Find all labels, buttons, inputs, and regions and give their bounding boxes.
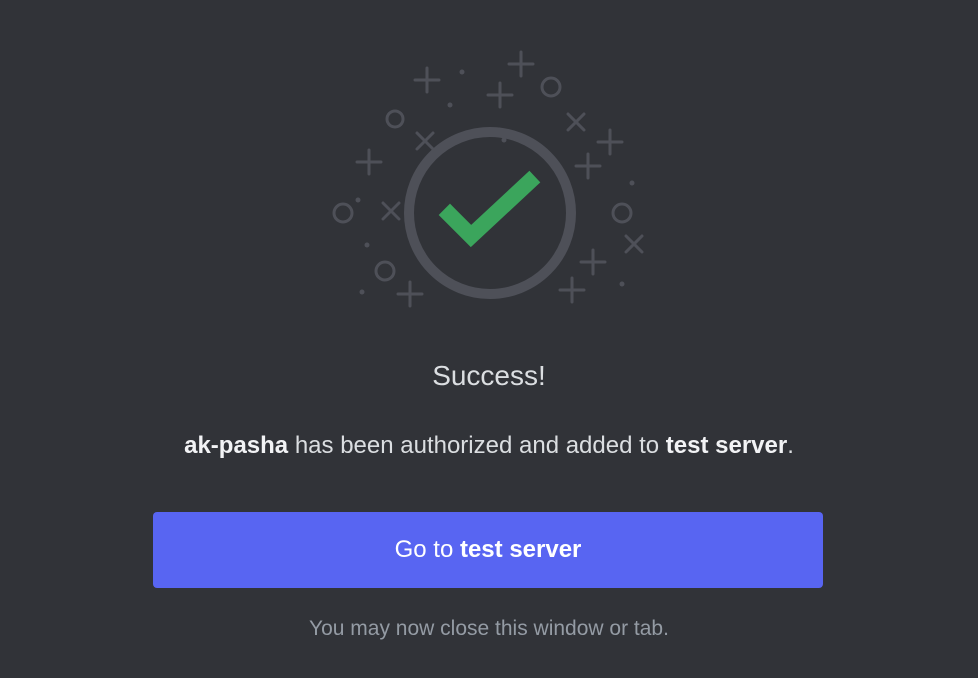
sparkle-x-icon (415, 131, 435, 151)
sparkle-plus-icon (558, 276, 586, 304)
sparkle-ring-icon (374, 260, 396, 282)
authorization-message: ak-pasha has been authorized and added t… (0, 430, 978, 462)
sparkle-plus-icon (507, 50, 535, 78)
sparkle-ring-icon (611, 202, 633, 224)
go-to-server-button[interactable]: Go to test server (153, 512, 823, 588)
sparkle-ring-icon (385, 109, 405, 129)
button-prefix: Go to (394, 536, 460, 563)
sparkle-x-icon (381, 201, 401, 221)
success-illustration (300, 40, 680, 330)
success-title: Success! (432, 360, 546, 391)
sparkle-plus-icon (579, 248, 607, 276)
sparkle-x-icon (566, 112, 586, 132)
app-name: ak-pasha (184, 432, 289, 459)
checkmark-icon (438, 170, 541, 248)
sparkle-decorations (332, 50, 644, 308)
sparkle-plus-icon (413, 66, 441, 94)
sparkle-ring-icon (540, 76, 562, 98)
server-name: test server (665, 432, 788, 459)
sparkle-plus-icon (596, 128, 624, 156)
sparkle-plus-icon (486, 81, 514, 109)
sparkle-plus-icon (396, 280, 424, 308)
sparkle-x-icon (624, 234, 644, 254)
close-window-note: You may now close this window or tab. (309, 617, 669, 640)
message-end-text: . (787, 432, 794, 459)
sparkle-plus-icon (355, 148, 383, 176)
sparkle-plus-icon (574, 152, 602, 180)
message-middle-text: has been authorized and added to (288, 432, 666, 459)
button-server-name: test server (459, 536, 582, 563)
sparkle-ring-icon (332, 202, 354, 224)
